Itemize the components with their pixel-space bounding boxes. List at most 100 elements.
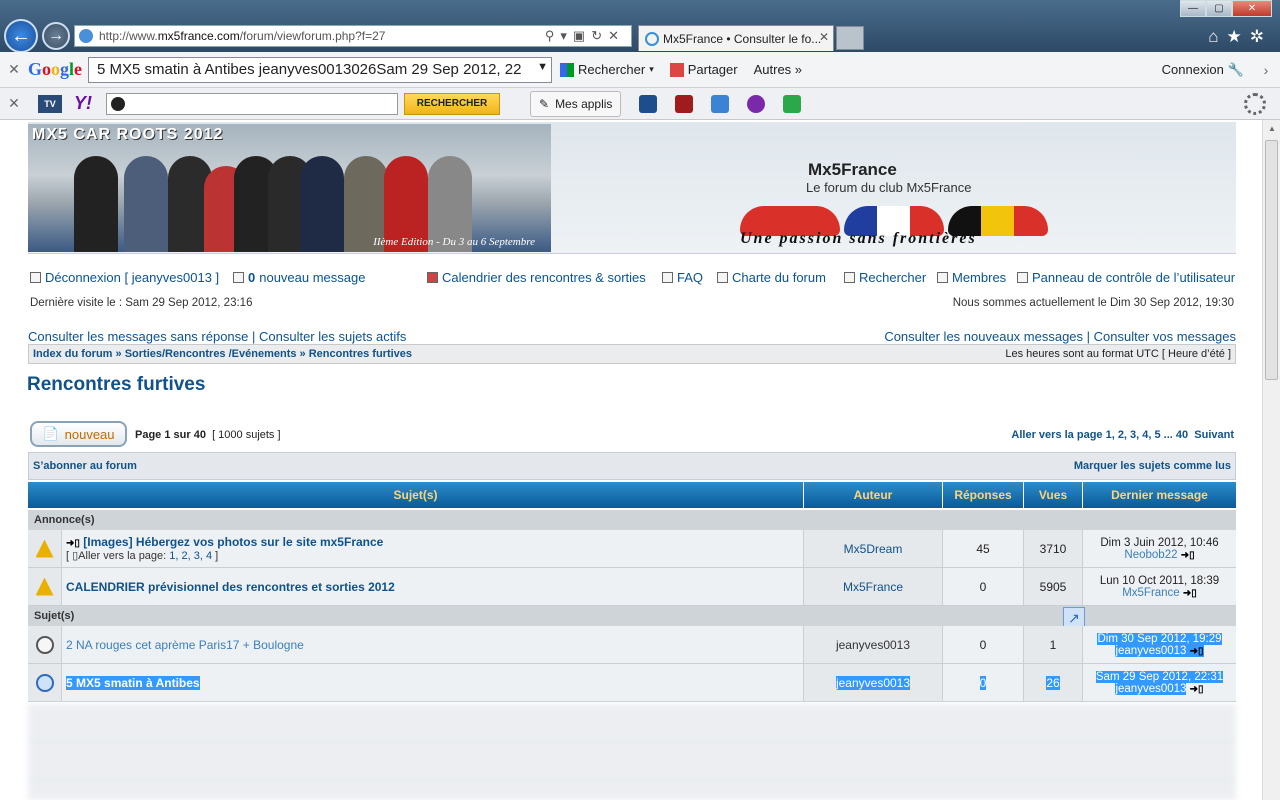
new-posts-link[interactable]: Consulter les nouveaux messages — [884, 329, 1083, 344]
tab-close-icon[interactable]: ✕ — [819, 30, 829, 44]
forward-button[interactable]: → — [42, 22, 70, 50]
tv-icon[interactable]: TV — [38, 94, 62, 113]
mes-applis-label: Mes applis — [555, 96, 613, 111]
col-last-post: Dernier message — [1111, 488, 1208, 502]
own-posts-link[interactable]: Consulter vos messages — [1094, 329, 1236, 344]
forum-banner[interactable]: MX5 CAR ROOTS 2012 IIème Edition - Du 3 … — [28, 124, 551, 252]
scroll-up-icon[interactable]: ▲ — [1268, 124, 1276, 133]
tools-gear-icon[interactable]: ✲ — [1250, 27, 1272, 46]
last-post-icon[interactable]: ➜▯ — [1190, 684, 1204, 695]
dropdown-icon[interactable]: ▼ — [537, 61, 548, 73]
next-page-link[interactable]: Suivant — [1194, 429, 1234, 441]
apps-icon: ✎ — [539, 96, 550, 111]
google-search-button[interactable]: Rechercher ▾ — [552, 62, 662, 77]
search-icon — [844, 272, 855, 283]
topic-pages[interactable]: 1, 2, 3, 4 — [169, 550, 212, 562]
blurred-rows — [28, 704, 1236, 800]
back-button[interactable]: ← — [4, 19, 38, 53]
sign-in-button[interactable]: Connexion 🔧 — [1154, 62, 1252, 78]
search-link[interactable]: Rechercher — [844, 270, 926, 285]
wrench-icon[interactable]: 🔧 — [1228, 62, 1244, 78]
ie-icon — [645, 31, 659, 46]
close-button[interactable]: ✕ — [1232, 0, 1272, 17]
topic-title[interactable]: [Images] Hébergez vos photos sur le site… — [83, 535, 383, 549]
topic-author[interactable]: jeanyves0013 — [804, 626, 943, 663]
page-title[interactable]: Rencontres furtives — [27, 374, 205, 396]
breadcrumb-current[interactable]: Rencontres furtives — [309, 348, 412, 360]
section-announcements: Annonce(s) — [28, 510, 1236, 530]
calendar-link[interactable]: Calendrier des rencontres & sorties — [427, 270, 646, 285]
rules-link[interactable]: Charte du forum — [717, 270, 826, 285]
yahoo-logo[interactable]: Y! — [74, 93, 92, 114]
last-post-icon[interactable]: ➜▯ — [1181, 550, 1195, 561]
last-post-user[interactable]: jeanyves0013 — [1115, 682, 1187, 695]
mark-read-link[interactable]: Marquer les sujets comme lus — [1074, 460, 1231, 472]
yahoo-search-button[interactable]: RECHERCHER — [404, 92, 500, 115]
active-topics-link[interactable]: Consulter les sujets actifs — [259, 329, 406, 344]
last-post-icon[interactable]: ➜▯ — [1190, 646, 1204, 657]
forum-actions-bar: S’abonner au forum Marquer les sujets co… — [28, 452, 1236, 480]
last-visit: Dernière visite le : Sam 29 Sep 2012, 23… — [30, 297, 253, 309]
last-post-user[interactable]: Mx5France — [1122, 587, 1180, 599]
last-post-date: Dim 30 Sep 2012, 19:29 — [1097, 632, 1222, 645]
messenger-icon[interactable] — [747, 94, 766, 113]
topic-title[interactable]: CALENDRIER prévisionnel des rencontres e… — [66, 580, 395, 594]
topic-title[interactable]: 2 NA rouges cet aprème Paris17 + Boulogn… — [66, 638, 304, 652]
mes-applis-button[interactable]: ✎ Mes applis — [530, 90, 622, 117]
goto-arrow-icon[interactable]: ➜▯ — [66, 538, 80, 549]
page-scrollbar[interactable]: ▲ — [1262, 120, 1280, 800]
mail-icon[interactable] — [711, 94, 730, 113]
breadcrumb-index[interactable]: Index du forum — [33, 348, 112, 360]
last-post-user[interactable]: Neobob22 — [1124, 549, 1177, 561]
last-post-icon[interactable]: ➜▯ — [1183, 588, 1197, 599]
unanswered-link[interactable]: Consulter les messages sans réponse — [28, 329, 248, 344]
new-topic-button[interactable]: 📄 nouveau — [30, 421, 127, 447]
members-link[interactable]: Membres — [937, 270, 1006, 285]
topic-author[interactable]: Mx5Dream — [804, 530, 943, 567]
favorites-icon[interactable]: ★ — [1227, 27, 1250, 46]
faq-link[interactable]: FAQ — [662, 270, 703, 285]
yahoo-toolbar: ✕ TV Y! RECHERCHER ✎ Mes applis — [0, 88, 1280, 120]
new-tab-button[interactable] — [836, 26, 864, 50]
topic-replies: 0 — [943, 568, 1024, 605]
members-label: Membres — [952, 270, 1007, 285]
widget-icon[interactable] — [783, 94, 802, 113]
address-tools-icon[interactable]: ⚲▾▣↻✕ — [545, 28, 625, 44]
pagination[interactable]: Aller vers la page 1, 2, 3, 4, 5 ... 40 … — [1011, 429, 1234, 441]
breadcrumb-category[interactable]: Sorties/Rencontres /Evénements — [125, 348, 297, 360]
google-search-input[interactable]: 5 MX5 smatin à Antibes jeanyves0013026Sa… — [88, 56, 552, 83]
ucp-link[interactable]: Panneau de contrôle de l’utilisateur — [1017, 270, 1235, 285]
home-icon[interactable]: ⌂ — [1208, 27, 1226, 46]
pm-label: nouveau message — [259, 270, 366, 285]
section-topics: Sujet(s) — [28, 606, 1236, 626]
last-post-user[interactable]: jeanyves0013 — [1115, 645, 1186, 657]
address-bar[interactable]: http://www. mx5france.com/forum/viewforum… — [74, 25, 632, 47]
topic-title[interactable]: 5 MX5 smatin à Antibes — [66, 675, 200, 690]
minimize-button[interactable]: — — [1180, 0, 1206, 17]
scrollbar-thumb[interactable] — [1265, 140, 1278, 380]
logout-link[interactable]: Déconnexion [ jeanyves0013 ] — [30, 270, 219, 285]
logout-icon — [30, 272, 41, 283]
topic-author[interactable]: Mx5France — [804, 568, 943, 605]
current-time: Nous sommes actuellement le Dim 30 Sep 2… — [952, 297, 1234, 309]
yahoo-search-input[interactable] — [106, 92, 398, 115]
tab-mx5france[interactable]: Mx5France • Consulter le fo... ✕ — [638, 25, 834, 51]
subscribe-link[interactable]: S’abonner au forum — [33, 460, 137, 472]
timezone-info: Les heures sont au format UTC [ Heure d’… — [1005, 348, 1231, 360]
topic-author[interactable]: jeanyves0013 — [835, 675, 911, 690]
last-post-date: Sam 29 Sep 2012, 22:31 — [1095, 670, 1224, 683]
more-button[interactable]: Autres » — [746, 62, 810, 77]
slogan: Une passion sans frontières — [740, 230, 977, 247]
maximize-button[interactable]: ▢ — [1206, 0, 1232, 17]
toolbar-close-icon[interactable]: ✕ — [0, 61, 28, 78]
yahoo-toolbar-close-icon[interactable]: ✕ — [0, 95, 28, 112]
photo-icon[interactable] — [675, 94, 694, 113]
share-button[interactable]: Partager — [662, 62, 746, 77]
breadcrumb: Index du forum » Sorties/Rencontres /Evé… — [28, 344, 1236, 364]
pm-link[interactable]: 0 nouveau message — [233, 270, 365, 285]
pagination-pages[interactable]: Aller vers la page 1, 2, 3, 4, 5 ... 40 — [1011, 429, 1188, 441]
toolbar-overflow-icon[interactable]: › — [1252, 62, 1280, 78]
media-icon[interactable] — [639, 94, 658, 113]
settings-gear-icon[interactable] — [1244, 92, 1266, 115]
site-title: Mx5France — [808, 160, 897, 179]
